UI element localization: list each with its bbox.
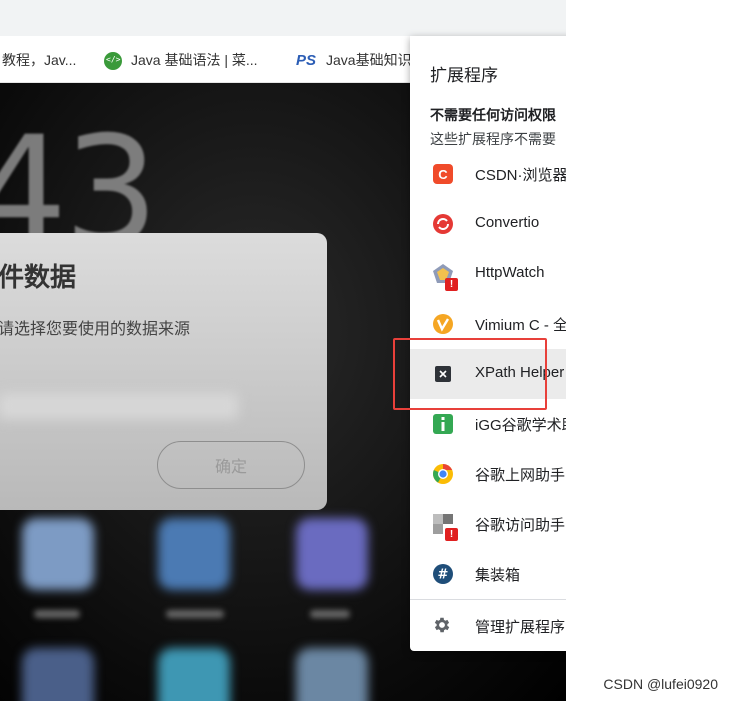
app-tile-label	[310, 610, 350, 618]
bookmark-item[interactable]: 教程，Jav...	[2, 50, 76, 70]
browser-viewport: 教程，Jav... Java 基础语法 | 菜... PSJava基础知识 43…	[0, 0, 566, 701]
csdn-icon: C	[433, 164, 453, 184]
bookmark-label: Java 基础语法 | 菜...	[131, 52, 258, 68]
extension-item-convertio[interactable]: Convertio	[410, 199, 566, 249]
app-tile[interactable]	[22, 518, 94, 590]
manage-extensions-item[interactable]: 管理扩展程序	[410, 600, 566, 650]
extension-item-httpwatch[interactable]: ! HttpWatch	[410, 249, 566, 299]
bookmark-item[interactable]: PS Java基础知识	[296, 50, 412, 70]
gear-icon	[434, 617, 450, 633]
extension-item-csdn[interactable]: C CSDN·浏览器	[410, 149, 566, 199]
convertio-icon	[433, 214, 453, 234]
extension-label: 集装箱	[475, 567, 521, 584]
extension-label: iGG谷歌学术助	[475, 417, 566, 434]
extension-label: Convertio	[475, 214, 540, 231]
bookmark-item[interactable]: Java 基础语法 | 菜...	[104, 50, 258, 71]
app-tile-label	[166, 610, 224, 618]
browser-tab-strip	[0, 0, 566, 36]
dialog-title: 件数据	[0, 262, 77, 292]
app-tile[interactable]	[158, 648, 230, 701]
runoob-favicon-icon	[104, 52, 122, 71]
popup-section-description: 这些扩展程序不需要	[430, 131, 556, 147]
warning-badge-icon: !	[445, 528, 458, 541]
highlight-annotation-box	[393, 338, 547, 410]
popup-section-heading: 不需要任何访问权限	[430, 107, 556, 123]
extension-label: 谷歌访问助手	[475, 517, 566, 534]
svg-text:#: #	[438, 568, 449, 583]
extension-label: HttpWatch	[475, 264, 545, 281]
app-tile[interactable]	[296, 648, 368, 701]
app-tile[interactable]	[296, 518, 368, 590]
extension-label: Vimium C - 全	[475, 317, 566, 334]
vimium-icon	[433, 314, 453, 334]
dialog-option-field[interactable]	[0, 393, 238, 419]
igg-icon	[433, 414, 453, 434]
app-tile-label	[34, 610, 80, 618]
warning-badge-icon: !	[445, 278, 458, 291]
popup-title: 扩展程序	[430, 66, 498, 85]
extension-label: CSDN·浏览器	[475, 167, 566, 184]
watermark-text: CSDN @lufei0920	[603, 676, 718, 692]
data-source-dialog: 件数据 请选择您要使用的数据来源 确定	[0, 233, 327, 510]
manage-extensions-label: 管理扩展程序	[475, 619, 566, 636]
svg-text:C: C	[438, 167, 448, 182]
ps-favicon-icon: PS	[296, 52, 317, 69]
dialog-subtitle: 请选择您要使用的数据来源	[0, 321, 191, 338]
bookmark-label: 教程，Jav...	[2, 52, 77, 68]
extension-item-jizhuangxiang[interactable]: # 集装箱	[410, 549, 566, 599]
chrome-helper-icon	[433, 463, 453, 484]
app-tile[interactable]	[158, 518, 230, 590]
confirm-button[interactable]: 确定	[157, 441, 305, 489]
extension-label: 谷歌上网助手	[475, 467, 566, 484]
extension-item-chrome-helper[interactable]: 谷歌上网助手	[410, 449, 566, 499]
bookmark-label: Java基础知识	[326, 52, 412, 68]
extension-item-google-access[interactable]: ! 谷歌访问助手	[410, 499, 566, 549]
hashtag-icon: #	[433, 564, 453, 584]
app-tile[interactable]	[22, 648, 94, 701]
